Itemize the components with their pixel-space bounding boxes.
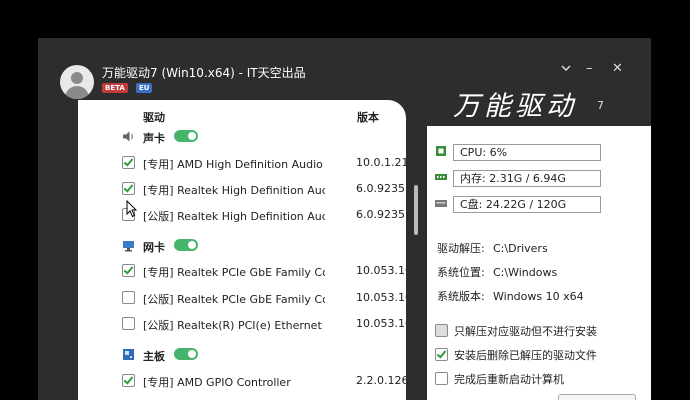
beta-badge: BETA — [102, 83, 128, 93]
category-label: 声卡 — [143, 132, 165, 145]
close-button[interactable]: ✕ — [612, 62, 623, 76]
option-checkbox[interactable] — [435, 324, 448, 337]
app-logo: 万能驱动 — [453, 91, 577, 122]
driver-name: [公版] Realtek PCIe GbE Family Contr ... — [143, 293, 325, 306]
option-extract-only[interactable]: 只解压对应驱动但不进行安装 — [435, 322, 645, 338]
option-label: 完成后重新启动计算机 — [454, 373, 564, 386]
cpu-icon — [436, 146, 446, 156]
category-toggle-audio[interactable] — [174, 130, 198, 142]
driver-version: 6.0.9235.1 — [356, 208, 406, 221]
eu-badge: EU — [136, 83, 153, 93]
category-row-motherboard: 主板 — [122, 345, 406, 365]
system-info-panel: CPU: 6% 内存: 2.31G / 6.94G C盘: 24.22G / 1… — [427, 126, 651, 400]
minimize-button[interactable]: – — [586, 62, 593, 76]
driver-row[interactable]: [专用] Realtek High Definition Audio 6.0.9… — [122, 179, 406, 199]
info-row-system-version: 系统版本: Windows 10 x64 — [437, 288, 584, 304]
option-checkbox[interactable] — [435, 372, 448, 385]
driver-version: 10.053.100 ... — [356, 317, 406, 330]
motherboard-icon — [123, 349, 134, 360]
driver-row[interactable]: [专用] Realtek PCIe GbE Family Contr ... 1… — [122, 261, 406, 281]
driver-checkbox[interactable] — [122, 374, 135, 387]
install-button[interactable] — [558, 394, 636, 400]
info-value: C:\Drivers — [493, 242, 548, 255]
info-row-system-path: 系统位置: C:\Windows — [437, 264, 557, 280]
driver-checkbox[interactable] — [122, 317, 135, 330]
info-row-extract-path: 驱动解压: C:\Drivers — [437, 240, 548, 256]
info-key: 驱动解压: — [437, 242, 485, 255]
disk-usage: C盘: 24.22G / 120G — [453, 196, 601, 213]
option-checkbox[interactable] — [435, 348, 448, 361]
driver-checkbox[interactable] — [122, 291, 135, 304]
user-avatar-icon[interactable] — [60, 65, 94, 99]
info-key: 系统版本: — [437, 290, 485, 303]
option-label: 只解压对应驱动但不进行安装 — [454, 325, 597, 338]
driver-name: [专用] Realtek High Definition Audio — [143, 184, 325, 197]
driver-version: 6.0.9235.1 — [356, 182, 406, 195]
cpu-usage: CPU: 6% — [453, 144, 601, 161]
info-value: Windows 10 x64 — [493, 290, 584, 303]
app-window: 万能驱动7 (Win10.x64) - IT天空出品 BETA EU – ✕ 万… — [38, 38, 651, 400]
option-restart-after[interactable]: 完成后重新启动计算机 — [435, 370, 645, 386]
driver-checkbox[interactable] — [122, 182, 135, 195]
category-label: 主板 — [143, 350, 165, 363]
driver-name: [专用] Realtek PCIe GbE Family Contr ... — [143, 266, 325, 279]
category-row-network: 网卡 — [122, 236, 406, 256]
driver-checkbox[interactable] — [122, 264, 135, 277]
network-icon — [123, 241, 134, 252]
app-logo-version: 7 — [597, 99, 604, 112]
disk-icon — [435, 200, 447, 207]
category-toggle-network[interactable] — [174, 239, 198, 251]
driver-version: 10.0.1.21 — [356, 156, 406, 169]
driver-row[interactable]: [专用] AMD High Definition Audio Dev ... 1… — [122, 153, 406, 173]
speaker-icon — [123, 131, 133, 142]
driver-version: 10.053.100 ... — [356, 264, 406, 277]
info-key: 系统位置: — [437, 266, 485, 279]
settings-dropdown-icon[interactable] — [560, 62, 572, 78]
driver-list-scrollbar[interactable] — [414, 185, 418, 235]
memory-icon — [435, 174, 447, 180]
driver-name: [专用] AMD High Definition Audio Dev ... — [143, 158, 325, 171]
driver-row[interactable]: [公版] Realtek High Definition Audio 6.0.9… — [122, 205, 406, 225]
driver-row[interactable]: [公版] Realtek(R) PCI(e) Ethernet Cont ...… — [122, 314, 406, 334]
app-title: 万能驱动7 (Win10.x64) - IT天空出品 — [102, 66, 306, 80]
memory-usage: 内存: 2.31G / 6.94G — [453, 170, 601, 187]
option-label: 安装后删除已解压的驱动文件 — [454, 349, 597, 362]
mouse-cursor-icon — [126, 200, 138, 218]
category-toggle-motherboard[interactable] — [174, 348, 198, 360]
category-row-audio: 声卡 — [122, 127, 406, 147]
option-delete-after-install[interactable]: 安装后删除已解压的驱动文件 — [435, 346, 645, 362]
category-label: 网卡 — [143, 241, 165, 254]
driver-version: 2.2.0.126 — [356, 374, 406, 387]
titlebar: 万能驱动7 (Win10.x64) - IT天空出品 BETA EU – ✕ 万… — [38, 38, 651, 122]
driver-version: 10.053.100 ... — [356, 291, 406, 304]
driver-list-panel: 驱动 版本 声卡 [专用] AMD High Definition Audio … — [78, 100, 406, 400]
info-value: C:\Windows — [493, 266, 558, 279]
driver-row[interactable]: [专用] AMD GPIO Controller 2.2.0.126 — [122, 371, 406, 391]
version-column-header: 版本 — [357, 111, 379, 124]
driver-column-header: 驱动 — [143, 111, 165, 124]
driver-checkbox[interactable] — [122, 156, 135, 169]
driver-name: [专用] AMD GPIO Controller — [143, 376, 291, 389]
driver-name: [公版] Realtek(R) PCI(e) Ethernet Cont ... — [143, 319, 325, 332]
driver-row[interactable]: [公版] Realtek PCIe GbE Family Contr ... 1… — [122, 288, 406, 308]
driver-name: [公版] Realtek High Definition Audio — [143, 210, 325, 223]
